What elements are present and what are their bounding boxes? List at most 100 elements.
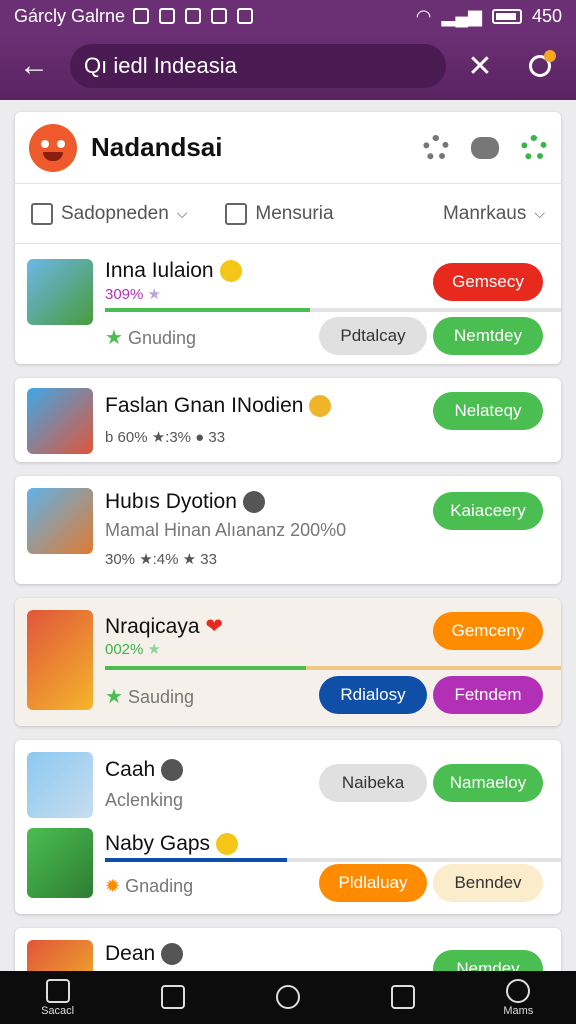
mail-icon [159,8,176,24]
nav-label: Sacacl [41,1004,75,1017]
settings-icon[interactable] [423,134,449,161]
game-title: Inna Iulaion [105,259,242,283]
game-percent: 309% ★ [105,286,161,303]
message-icon [133,8,150,24]
chat-icon[interactable] [471,136,499,159]
status-icons [133,8,254,24]
game-thumbnail [27,828,93,898]
nav-square[interactable] [363,984,443,1011]
sync-icon [185,8,202,24]
game-card[interactable]: Faslan Gnan INodien b 60% ★:3% ● 33 Nela… [15,378,561,462]
gemceny-button[interactable]: Gemceny [433,612,543,650]
profile-logo [29,123,77,172]
notifications-button[interactable] [518,44,562,88]
gemsecy-button[interactable]: Gemsecy [433,263,543,301]
game-title: Hubıs Dyotion [105,490,265,514]
home-icon [45,978,70,1003]
chevron-down-icon: ⌵ [534,205,545,221]
gear-icon[interactable] [521,134,547,161]
lock-icon [211,8,228,24]
game-row[interactable]: Inna Iulaion 309% ★ ★ Gnuding Gemsecy Pd… [15,245,561,364]
game-card[interactable]: Caah Aclenking Naibeka Namaeloy Naby Gap… [15,740,561,914]
filter-mensuria[interactable]: Mensuria [225,202,334,225]
face-icon [216,833,239,856]
character-icon [161,759,184,782]
puzzle-icon [309,395,332,418]
number-badge-icon [219,260,242,283]
game-thumbnail [27,488,93,554]
game-progress [105,858,561,862]
game-progress [105,308,561,312]
bottom-nav: Sacacl Mams [0,971,576,1024]
filter-label: Manrkaus [442,202,527,224]
battery-icon [491,8,522,24]
game-status: ★ Gnuding [105,327,197,349]
nemtdey-button[interactable]: Nemtdey [433,317,543,355]
character-icon [161,943,184,966]
chevron-down-icon: ⌵ [176,205,188,221]
game-title: Faslan Gnan INodien [105,394,332,418]
signal-icon: ▂▄▆ [441,5,482,26]
nelateqy-button[interactable]: Nelateqy [433,392,543,430]
chat-icon [275,984,300,1009]
microphone-icon [160,984,185,1009]
bag-icon [31,202,53,225]
game-thumbnail [27,388,93,454]
game-title: Naby Gaps [105,832,239,856]
game-card[interactable]: Nraqicaya ❤ 002% ★ ★ Sauding Gemceny Rdi… [15,598,561,726]
gear-icon: ✹ [105,876,121,896]
star-icon: ★ [105,686,123,708]
battery-level: 450 [531,5,562,26]
profile-name: Nadandsai [91,132,223,162]
game-progress [105,666,561,670]
nav-label: Mams [503,1004,534,1017]
namaeloy-button[interactable]: Namaeloy [433,764,543,802]
game-status: ✹ Gnading [105,876,194,896]
game-title: Dean [105,942,184,966]
back-button[interactable]: ← [14,46,54,86]
status-bar: Gárcly Galrne ◠ ▂▄▆ 450 [0,0,576,32]
status-title: Gárcly Galrne [14,5,126,26]
pldlaluay-button[interactable]: Pldlaluay [319,864,427,902]
filter-manrkaus[interactable]: Manrkaus ⌵ [443,203,545,225]
game-thumbnail [27,752,93,818]
notification-badge [544,50,556,62]
nav-chat[interactable] [248,984,328,1011]
person-icon [506,978,531,1003]
profile-header: Nadandsai [15,112,561,184]
search-input[interactable]: Qı iedl Indeasia [70,44,446,88]
mail-icon [225,202,248,225]
game-subtitle: Aclenking [105,790,184,810]
nav-mic[interactable] [133,984,213,1011]
rdialosy-button[interactable]: Rdialosy [319,676,427,714]
game-card[interactable]: Hubıs Dyotion Mamal Hinan Alıananz 200%0… [15,476,561,584]
filter-label: Sadopneden [61,202,169,224]
game-stats: 30% ★:4% ★ 33 [105,551,217,568]
game-title: Nraqicaya ❤ [105,615,223,638]
clipboard-icon [237,8,254,24]
status-right: ◠ ▂▄▆ 450 [416,6,562,27]
star-icon: ★ [105,327,123,349]
benndev-button[interactable]: Benndev [433,864,543,902]
square-icon [391,984,416,1009]
game-stats: b 60% ★:3% ● 33 [105,429,226,446]
app-bar: ← Qı iedl Indeasia ✕ [0,32,576,100]
clear-search-button[interactable]: ✕ [458,44,502,88]
fetndem-button[interactable]: Fetndem [433,676,543,714]
wifi-icon: ◠ [415,5,432,26]
game-subtitle: Mamal Hinan Alıananz 200%0 [105,520,347,540]
pdtalcay-button[interactable]: Pdtalcay [319,317,427,355]
nav-home[interactable]: Sacacl [18,978,98,1017]
nav-profile[interactable]: Mams [478,978,558,1017]
game-thumbnail [27,610,93,710]
heart-icon: ❤ [205,615,223,638]
game-status: ★ Sauding [105,686,195,708]
kaiaceery-button[interactable]: Kaiaceery [433,492,543,530]
naibeka-button[interactable]: Naibeka [319,764,427,802]
filter-sadopneden[interactable]: Sadopneden ⌵ [31,202,188,225]
filter-label: Mensuria [255,202,334,224]
game-percent: 002% ★ [105,641,161,658]
header-icons [423,134,547,161]
filter-bar: Sadopneden ⌵ Mensuria Manrkaus ⌵ [15,184,561,244]
profile-card: Nadandsai Sadopneden ⌵ Mensuria Manrkaus… [15,112,561,364]
